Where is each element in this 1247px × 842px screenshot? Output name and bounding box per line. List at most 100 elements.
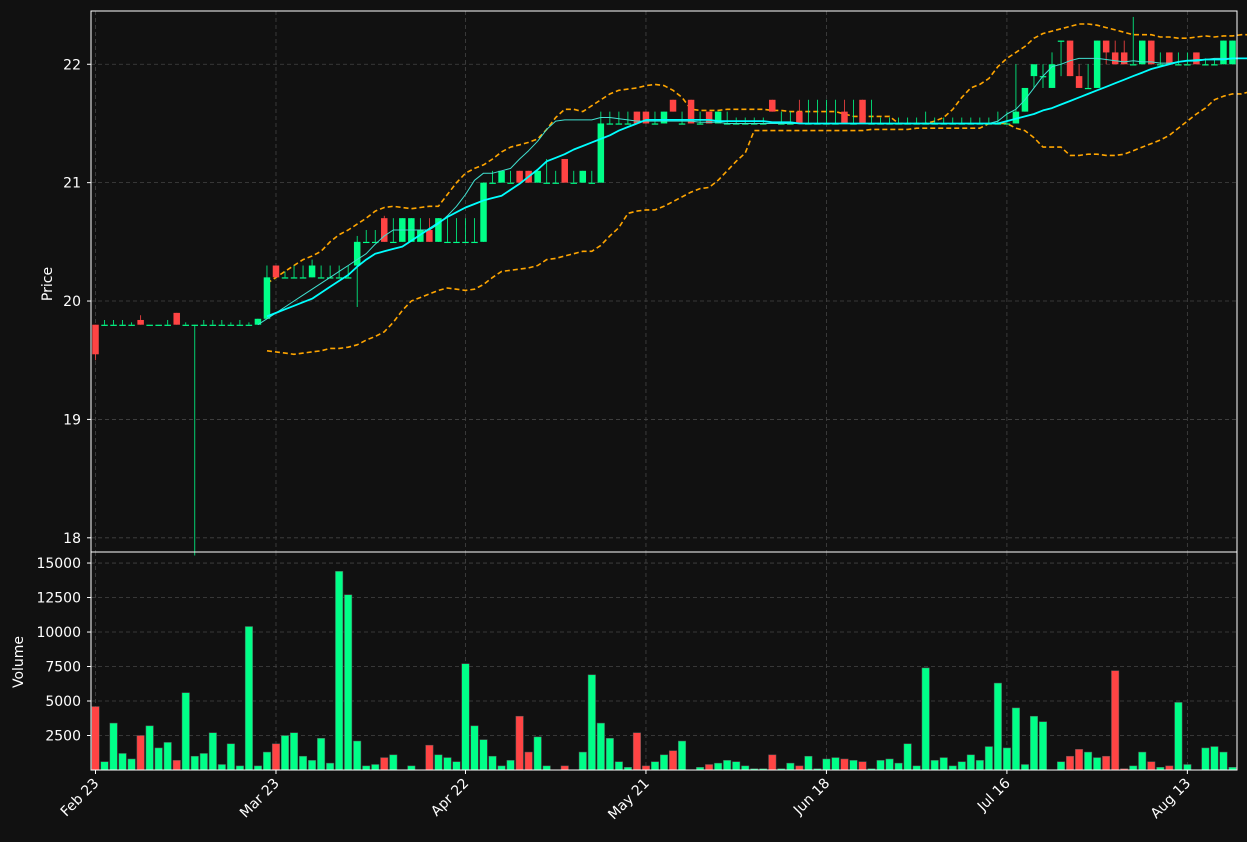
candle-body	[570, 182, 578, 184]
volume-bar	[1011, 707, 1020, 771]
candle-body	[426, 230, 433, 242]
candle-body	[1066, 40, 1074, 77]
volume-bar	[1165, 765, 1174, 771]
volume-bar	[858, 761, 867, 771]
candle-body	[660, 111, 668, 124]
volume-tick-label: 10000	[36, 625, 81, 641]
candle-body	[669, 99, 677, 112]
volume-bar	[271, 743, 280, 771]
candle-body	[462, 241, 469, 244]
volume-bar	[1102, 755, 1111, 771]
candle-body	[1030, 64, 1038, 77]
volume-bar	[840, 758, 849, 771]
volume-bar	[1057, 761, 1066, 771]
volume-bar	[434, 754, 443, 771]
candle-body	[606, 123, 614, 125]
volume-bar	[91, 706, 100, 771]
volume-bar	[299, 755, 308, 771]
candle-body	[92, 324, 99, 355]
candle	[1148, 40, 1155, 65]
volume-bar	[127, 758, 136, 771]
candle-body	[146, 324, 153, 326]
volume-bar	[1219, 751, 1228, 771]
volume-bar	[876, 760, 885, 771]
volume-bar	[1201, 747, 1210, 771]
volume-bar	[353, 740, 362, 771]
candle-body	[290, 277, 298, 279]
candle-body	[552, 182, 559, 184]
candle-body	[218, 324, 226, 326]
candle-body	[137, 319, 144, 325]
volume-bar	[190, 755, 199, 771]
volume-bar	[732, 761, 741, 771]
volume-bar	[993, 682, 1002, 771]
candle-body	[1129, 64, 1137, 66]
volume-tick-label: 7500	[45, 660, 81, 676]
candle	[498, 170, 505, 183]
price-tick-label: 22	[63, 57, 81, 73]
candle	[1066, 40, 1074, 77]
volume-bar	[136, 735, 145, 771]
volume-bar	[614, 761, 623, 771]
volume-tick-label: 15000	[36, 556, 81, 572]
volume-bar	[100, 761, 109, 771]
candle	[173, 312, 180, 325]
candle-body	[1139, 40, 1146, 65]
candle-body	[561, 158, 568, 183]
candle	[705, 111, 713, 124]
volume-bar	[786, 762, 795, 771]
volume-bar	[723, 760, 732, 771]
volume-bar	[669, 750, 678, 771]
volume-bar	[1020, 764, 1029, 771]
candle-body	[624, 123, 632, 125]
candle-body	[1057, 40, 1065, 42]
volume-bar	[163, 742, 172, 771]
volume-bar	[542, 765, 551, 771]
candle-body	[1193, 52, 1200, 65]
volume-bar	[1075, 749, 1084, 771]
candle-body	[353, 241, 361, 266]
volume-bar	[253, 765, 262, 771]
volume-bar	[660, 754, 668, 771]
candle-body	[543, 182, 550, 184]
volume-bar	[226, 743, 235, 771]
volume-bar	[984, 746, 993, 771]
candle-body	[110, 324, 117, 326]
candle	[1193, 52, 1200, 65]
volume-bar	[118, 753, 127, 771]
volume-bar	[1210, 746, 1219, 771]
volume-bar	[1084, 751, 1093, 771]
candle-body	[191, 324, 199, 326]
candle-body	[615, 123, 623, 125]
volume-bar	[362, 765, 371, 771]
volume-bar	[1174, 702, 1183, 771]
volume-bar	[244, 626, 253, 771]
candle-body	[1220, 40, 1227, 65]
volume-bar	[208, 732, 217, 771]
volume-bar	[1093, 757, 1102, 771]
volume-bar	[344, 594, 353, 771]
candle-body	[263, 277, 271, 319]
volume-bar	[461, 663, 470, 771]
candle-body	[281, 277, 289, 279]
volume-bar	[1147, 761, 1156, 771]
candle-body	[390, 241, 397, 244]
candle-body	[254, 318, 262, 325]
candle-body	[155, 324, 162, 326]
volume-bar	[452, 761, 461, 771]
candle	[1093, 40, 1101, 88]
candle-body	[317, 277, 325, 279]
volume-bar	[1183, 764, 1192, 771]
volume-bar	[281, 735, 290, 771]
volume-bar	[497, 765, 506, 771]
volume-bar	[705, 764, 714, 771]
candle-body	[696, 123, 704, 125]
candle-body	[1093, 40, 1101, 88]
volume-bar	[1029, 715, 1038, 771]
volume-bar	[407, 765, 416, 771]
volume-bar	[290, 732, 299, 771]
candle-body	[362, 241, 370, 244]
candle-body	[209, 324, 217, 326]
candle-body	[498, 170, 505, 183]
price-tick-label: 18	[63, 531, 81, 547]
